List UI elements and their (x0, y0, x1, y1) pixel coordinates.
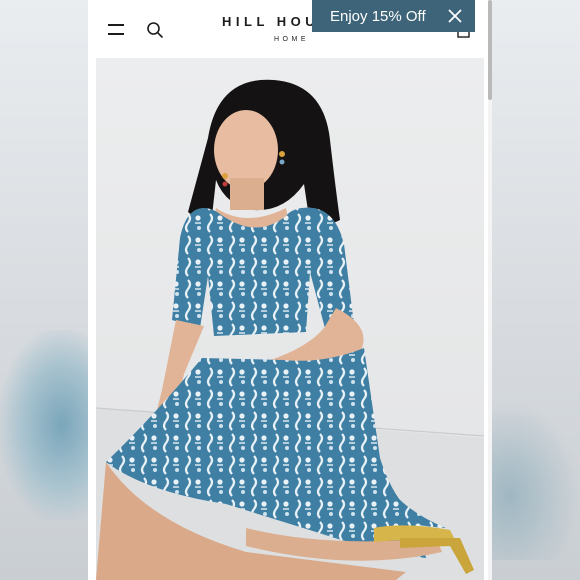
promo-banner[interactable]: Enjoy 15% Off (312, 0, 475, 32)
promo-text: Enjoy 15% Off (330, 7, 426, 25)
blurred-backdrop-left (0, 0, 88, 580)
blurred-backdrop-right (492, 0, 580, 580)
phone-screen: HILL HOUSE HOME Enjoy 15% Off (88, 0, 492, 580)
product-image[interactable] (96, 58, 484, 580)
logo-sub-text: HOME (274, 36, 309, 43)
menu-icon[interactable] (108, 24, 124, 36)
scrollbar-thumb[interactable] (488, 0, 492, 100)
close-icon[interactable] (447, 8, 463, 24)
search-icon[interactable] (146, 21, 164, 39)
product-photo (96, 58, 484, 580)
